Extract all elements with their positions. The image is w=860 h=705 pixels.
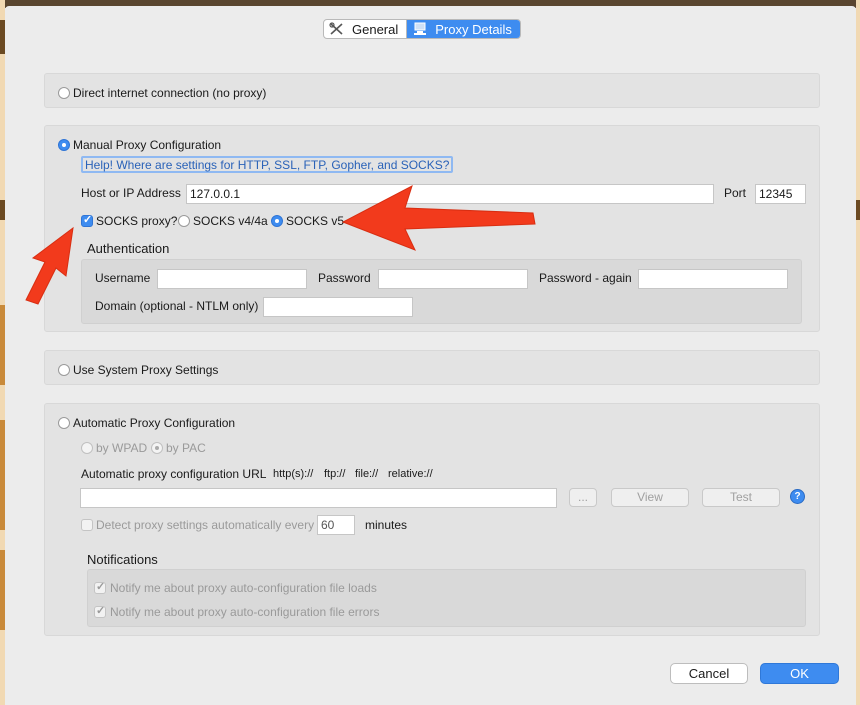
arrow-to-socks-v5	[341, 184, 536, 251]
annotation-arrows	[25, 184, 536, 305]
arrow-to-socks-checkbox	[25, 226, 74, 305]
